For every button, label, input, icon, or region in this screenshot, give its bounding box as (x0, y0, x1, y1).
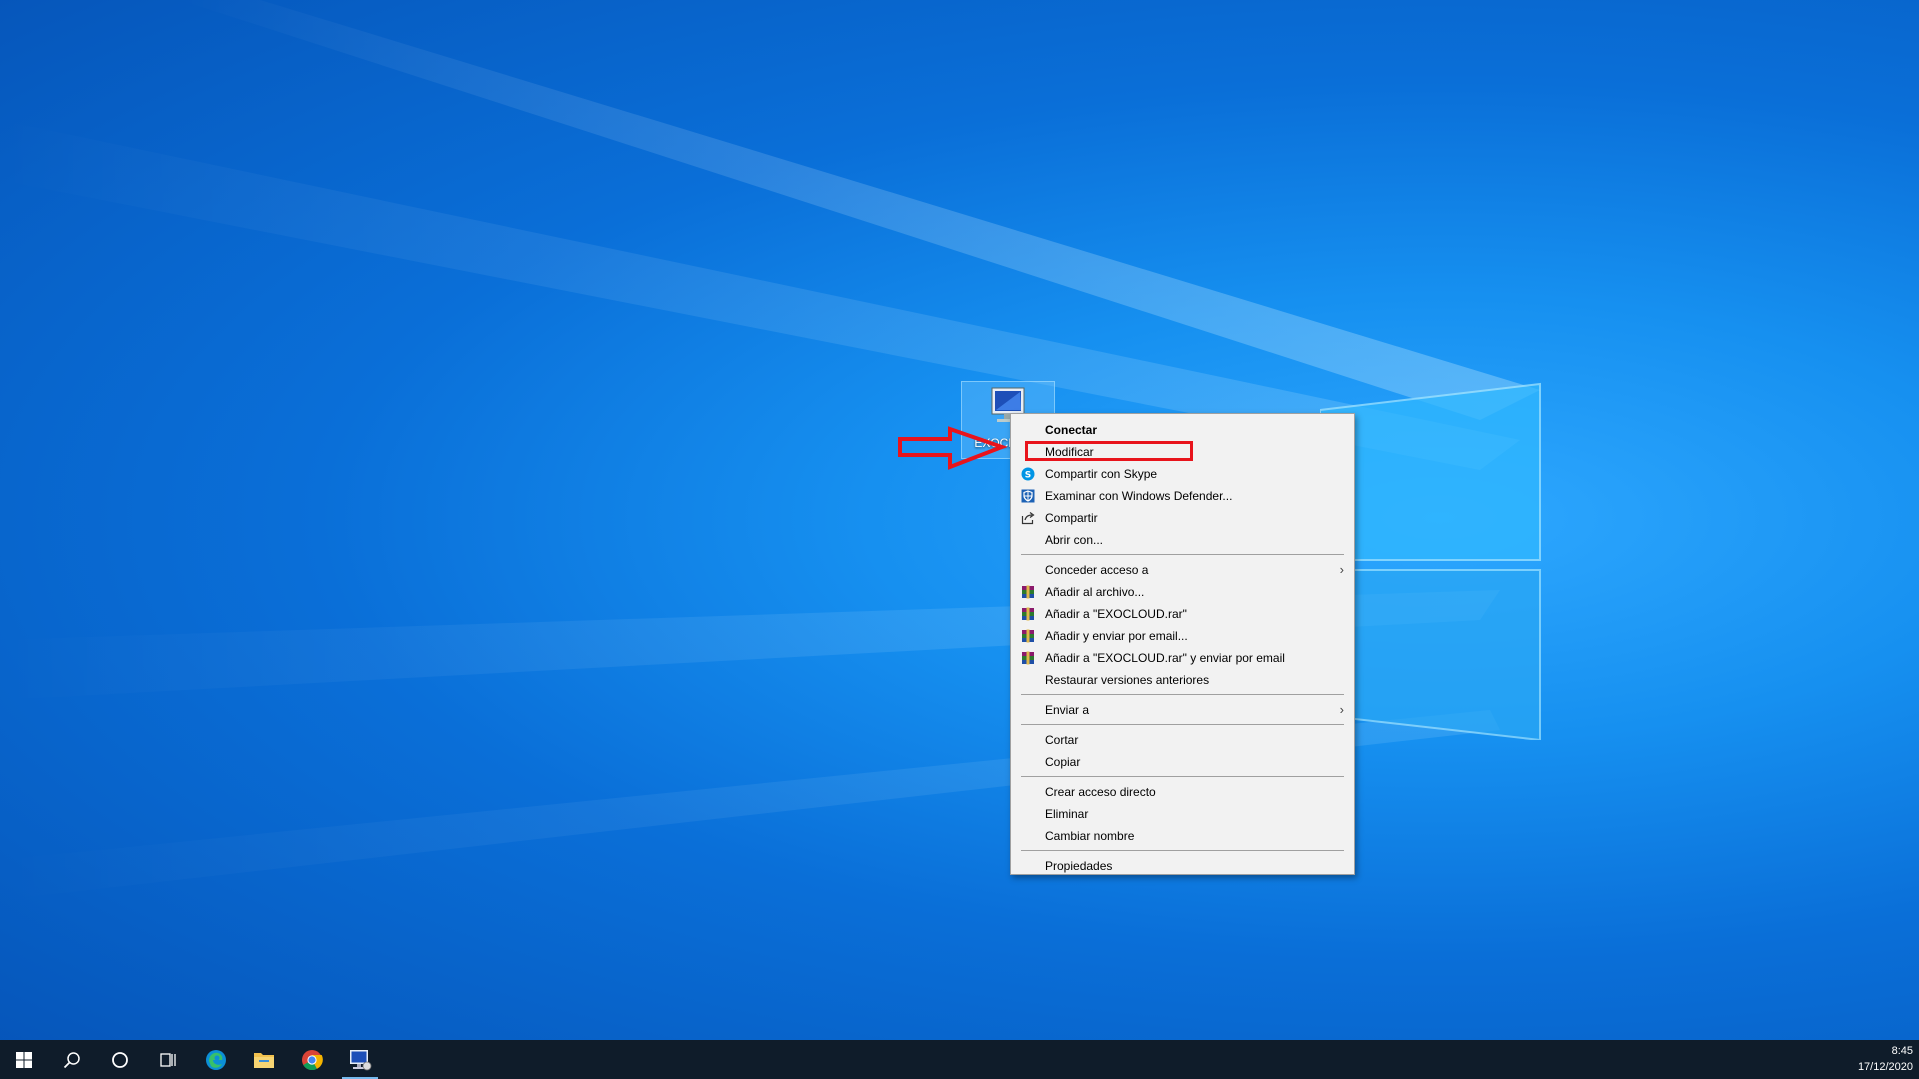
menu-item-label: Examinar con Windows Defender... (1045, 489, 1233, 503)
menu-item-label: Abrir con... (1045, 533, 1104, 547)
menu-item-label: Añadir a "EXOCLOUD.rar" y enviar por ema… (1045, 651, 1285, 665)
task-view-button[interactable] (144, 1040, 192, 1079)
menu-item-anadir-exocloud-rar[interactable]: Añadir a "EXOCLOUD.rar" (1011, 603, 1354, 625)
menu-item-label: Crear acceso directo (1045, 785, 1156, 799)
cortana-button[interactable] (96, 1040, 144, 1079)
winrar-icon (1022, 607, 1034, 621)
system-clock[interactable]: 8:45 17/12/2020 (1858, 1043, 1913, 1075)
search-icon (63, 1051, 80, 1068)
menu-item-compartir[interactable]: Compartir (1011, 507, 1354, 529)
winrar-icon (1022, 629, 1034, 643)
menu-item-label: Restaurar versiones anteriores (1045, 673, 1210, 687)
taskbar: 8:45 17/12/2020 (0, 1040, 1919, 1079)
menu-item-restaurar-versiones[interactable]: Restaurar versiones anteriores (1011, 669, 1354, 691)
windows-logo-wallpaper (1320, 382, 1541, 740)
menu-item-anadir-archivo[interactable]: Añadir al archivo... (1011, 581, 1354, 603)
menu-item-label: Eliminar (1045, 807, 1089, 821)
menu-separator (1021, 554, 1344, 555)
menu-item-compartir-skype[interactable]: S Compartir con Skype (1011, 463, 1354, 485)
winrar-icon (1022, 585, 1034, 599)
menu-item-label: Cambiar nombre (1045, 829, 1135, 843)
windows-start-icon (16, 1051, 32, 1068)
menu-item-propiedades[interactable]: Propiedades (1011, 855, 1354, 877)
menu-item-label: Modificar (1045, 445, 1094, 459)
winrar-icon (1022, 651, 1034, 665)
menu-item-label: Conectar (1045, 423, 1098, 437)
menu-item-anadir-rar-enviar-email[interactable]: Añadir a "EXOCLOUD.rar" y enviar por ema… (1011, 647, 1354, 669)
menu-item-label: Añadir al archivo... (1045, 585, 1145, 599)
desktop[interactable]: EXOCLOUD Conectar Modificar S Compartir … (0, 0, 1919, 1040)
menu-item-conceder-acceso[interactable]: Conceder acceso a › (1011, 559, 1354, 581)
svg-text:S: S (1025, 471, 1031, 481)
menu-item-label: Compartir (1045, 511, 1098, 525)
menu-item-label: Enviar a (1045, 703, 1090, 717)
edge-button[interactable] (192, 1040, 240, 1079)
chevron-right-icon: › (1339, 702, 1344, 717)
menu-item-label: Compartir con Skype (1045, 467, 1158, 481)
clock-time: 8:45 (1891, 1045, 1913, 1057)
menu-item-label: Añadir a "EXOCLOUD.rar" (1045, 607, 1187, 621)
chrome-icon (302, 1049, 323, 1070)
menu-separator (1021, 694, 1344, 695)
menu-item-label: Añadir y enviar por email... (1045, 629, 1188, 643)
menu-item-cambiar-nombre[interactable]: Cambiar nombre (1011, 825, 1354, 847)
menu-item-label: Conceder acceso a (1045, 563, 1149, 577)
menu-separator (1021, 850, 1344, 851)
edge-icon (206, 1049, 226, 1070)
menu-item-eliminar[interactable]: Eliminar (1011, 803, 1354, 825)
folder-icon (254, 1052, 274, 1068)
menu-item-crear-acceso-directo[interactable]: Crear acceso directo (1011, 781, 1354, 803)
menu-item-enviar-a[interactable]: Enviar a › (1011, 699, 1354, 721)
file-explorer-button[interactable] (240, 1040, 288, 1079)
menu-item-copiar[interactable]: Copiar (1011, 751, 1354, 773)
menu-item-modificar[interactable]: Modificar (1011, 441, 1354, 463)
chevron-right-icon: › (1339, 562, 1344, 577)
remote-desktop-icon (350, 1049, 372, 1070)
task-view-icon (160, 1052, 176, 1067)
share-icon (1021, 512, 1035, 525)
menu-item-windows-defender[interactable]: Examinar con Windows Defender... (1011, 485, 1354, 507)
wallpaper-light-beams (0, 0, 1540, 900)
menu-item-label: Propiedades (1045, 859, 1113, 873)
menu-item-cortar[interactable]: Cortar (1011, 729, 1354, 751)
chrome-button[interactable] (288, 1040, 336, 1079)
start-button[interactable] (0, 1040, 48, 1079)
skype-icon: S (1021, 467, 1035, 481)
annotation-arrow (898, 426, 1008, 470)
menu-item-label: Copiar (1045, 755, 1081, 769)
menu-separator (1021, 724, 1344, 725)
defender-icon (1021, 489, 1035, 503)
clock-date: 17/12/2020 (1857, 1061, 1913, 1073)
remote-desktop-button[interactable] (336, 1040, 384, 1079)
search-button[interactable] (48, 1040, 96, 1079)
context-menu: Conectar Modificar S Compartir con Skype… (1010, 413, 1355, 875)
menu-item-abrir-con[interactable]: Abrir con... (1011, 529, 1354, 551)
menu-separator (1021, 776, 1344, 777)
cortana-circle-icon (112, 1051, 128, 1068)
menu-item-conectar[interactable]: Conectar (1011, 419, 1354, 441)
menu-item-anadir-enviar-email[interactable]: Añadir y enviar por email... (1011, 625, 1354, 647)
menu-item-label: Cortar (1045, 733, 1079, 747)
